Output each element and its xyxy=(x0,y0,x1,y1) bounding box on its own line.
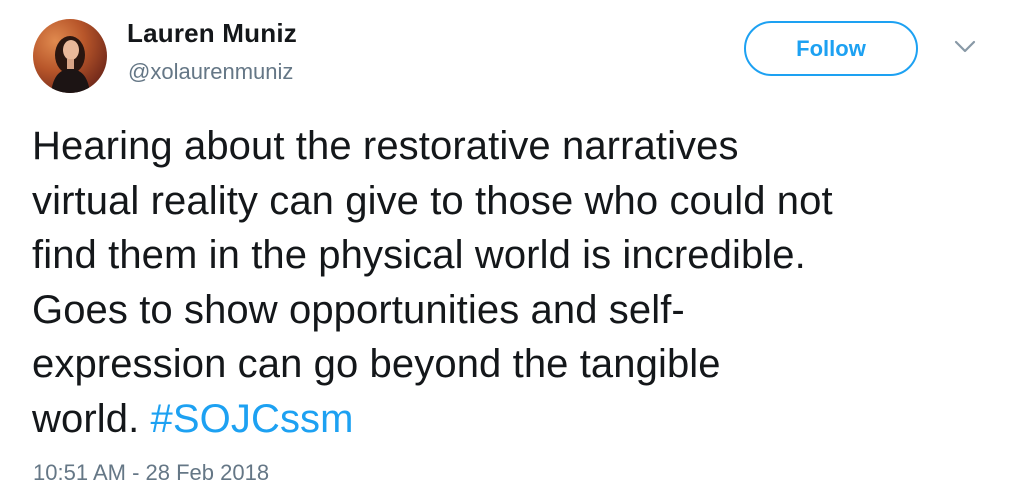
display-name[interactable]: Lauren Muniz xyxy=(127,18,297,49)
tweet-text: Hearing about the restorative narratives… xyxy=(32,119,992,446)
hashtag-link[interactable]: #SOJCssm xyxy=(151,397,354,441)
chevron-down-icon[interactable] xyxy=(954,40,976,54)
tweet-timestamp[interactable]: 10:51 AM - 28 Feb 2018 xyxy=(33,460,269,486)
tweet-card: Lauren Muniz @xolaurenmuniz Follow Heari… xyxy=(0,0,1014,504)
follow-button[interactable]: Follow xyxy=(744,21,918,76)
user-handle[interactable]: @xolaurenmuniz xyxy=(128,59,293,85)
tweet-body: Hearing about the restorative narratives… xyxy=(32,124,833,441)
avatar[interactable] xyxy=(33,19,107,93)
avatar-image xyxy=(51,36,90,93)
